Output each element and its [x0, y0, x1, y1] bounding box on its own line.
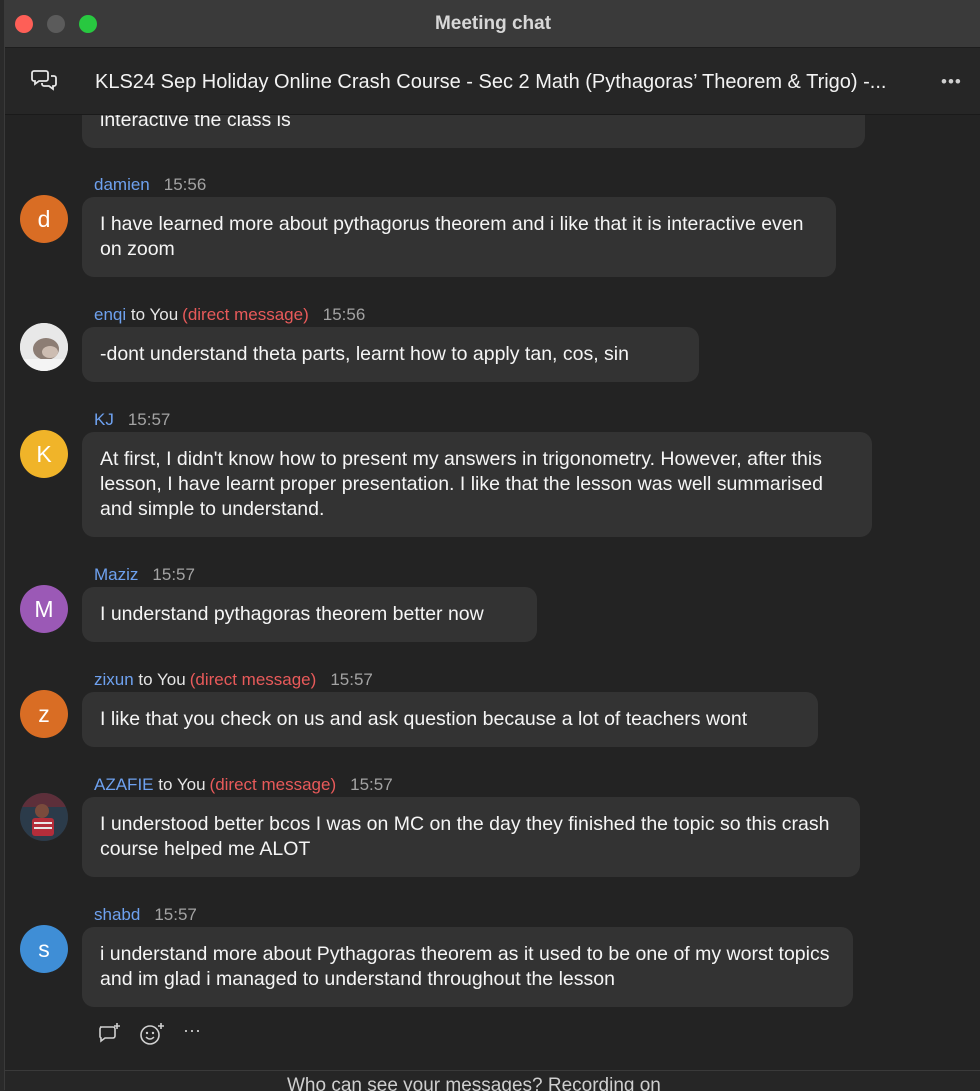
- message-bubble: i understand more about Pythagoras theor…: [82, 927, 853, 1007]
- more-options-button[interactable]: •••: [941, 72, 971, 92]
- message-meta: zixun to You (direct message) 15:57: [94, 670, 373, 690]
- message-bubble: I understand pythagoras theorem better n…: [82, 587, 537, 642]
- message-bubble: interactive the class is: [82, 115, 865, 148]
- message-text: i understand more about Pythagoras theor…: [100, 943, 830, 990]
- recipient-label: to You: [130, 305, 179, 324]
- message-time: 15:57: [127, 410, 171, 429]
- title-bar: Meeting chat: [5, 0, 980, 48]
- avatar[interactable]: [20, 793, 68, 841]
- message-bubble: I like that you check on us and ask ques…: [82, 692, 818, 747]
- chat-bubbles-icon: [31, 70, 57, 91]
- message-meta: KJ 15:57: [94, 410, 170, 430]
- chat-title: KLS24 Sep Holiday Online Crash Course - …: [95, 71, 887, 93]
- emoji-add-icon[interactable]: [139, 1022, 165, 1046]
- message-text: I have learned more about pythagorus the…: [100, 213, 804, 260]
- message-meta: enqi to You (direct message) 15:56: [94, 305, 365, 325]
- message-text: I like that you check on us and ask ques…: [100, 708, 748, 730]
- sender-name[interactable]: damien: [94, 175, 150, 194]
- message-text: I understood better bcos I was on MC on …: [100, 813, 830, 860]
- message-meta: AZAFIE to You (direct message) 15:57: [94, 775, 393, 795]
- privacy-notice[interactable]: Who can see your messages? Recording on: [287, 1075, 661, 1091]
- message-list[interactable]: interactive the class is d damien 15:56 I…: [5, 115, 980, 1070]
- message-bubble: I understood better bcos I was on MC on …: [82, 797, 860, 877]
- recipient-label: to You: [158, 775, 206, 794]
- message-meta: damien 15:56: [94, 175, 206, 195]
- message-time: 15:56: [163, 175, 207, 194]
- message-meta: Maziz 15:57: [94, 565, 195, 585]
- chat-window: Meeting chat KLS24 Sep Holiday Online Cr…: [4, 0, 980, 1091]
- recipient-label: to You: [138, 670, 186, 689]
- window-title: Meeting chat: [434, 13, 552, 34]
- message-bubble: At first, I didn't know how to present m…: [82, 432, 872, 537]
- reply-icon[interactable]: [97, 1022, 123, 1046]
- sender-name[interactable]: shabd: [94, 905, 140, 924]
- message-text: At first, I didn't know how to present m…: [100, 448, 823, 520]
- message-time: 15:56: [322, 305, 366, 324]
- sender-name[interactable]: enqi: [94, 305, 126, 324]
- message-bubble: I have learned more about pythagorus the…: [82, 197, 836, 277]
- sender-name[interactable]: Maziz: [94, 565, 138, 584]
- message-bubble: -dont understand theta parts, learnt how…: [82, 327, 699, 382]
- avatar[interactable]: d: [20, 195, 68, 243]
- sender-name[interactable]: AZAFIE: [94, 775, 154, 794]
- chat-header: KLS24 Sep Holiday Online Crash Course - …: [5, 48, 980, 115]
- message-time: 15:57: [350, 775, 393, 794]
- message-text: I understand pythagoras theorem better n…: [100, 603, 484, 625]
- avatar[interactable]: K: [20, 430, 68, 478]
- avatar[interactable]: z: [20, 690, 68, 738]
- avatar[interactable]: s: [20, 925, 68, 973]
- avatar[interactable]: [20, 323, 68, 371]
- message-time: 15:57: [154, 905, 197, 924]
- direct-message-label: (direct message): [189, 670, 317, 689]
- message-meta: shabd 15:57: [94, 905, 197, 925]
- footer-bar: Who can see your messages? Recording on: [5, 1070, 980, 1091]
- direct-message-label: (direct message): [209, 775, 337, 794]
- more-actions-button[interactable]: ···: [183, 1020, 201, 1041]
- message-time: 15:57: [330, 670, 373, 689]
- avatar[interactable]: M: [20, 585, 68, 633]
- sender-name[interactable]: KJ: [94, 410, 114, 429]
- message-text: -dont understand theta parts, learnt how…: [100, 343, 629, 365]
- message-time: 15:57: [152, 565, 195, 584]
- profile-photo-icon: [20, 323, 68, 371]
- profile-photo-icon: [20, 793, 68, 841]
- sender-name[interactable]: zixun: [94, 670, 134, 689]
- message-text: interactive the class is: [100, 115, 291, 131]
- direct-message-label: (direct message): [182, 305, 309, 324]
